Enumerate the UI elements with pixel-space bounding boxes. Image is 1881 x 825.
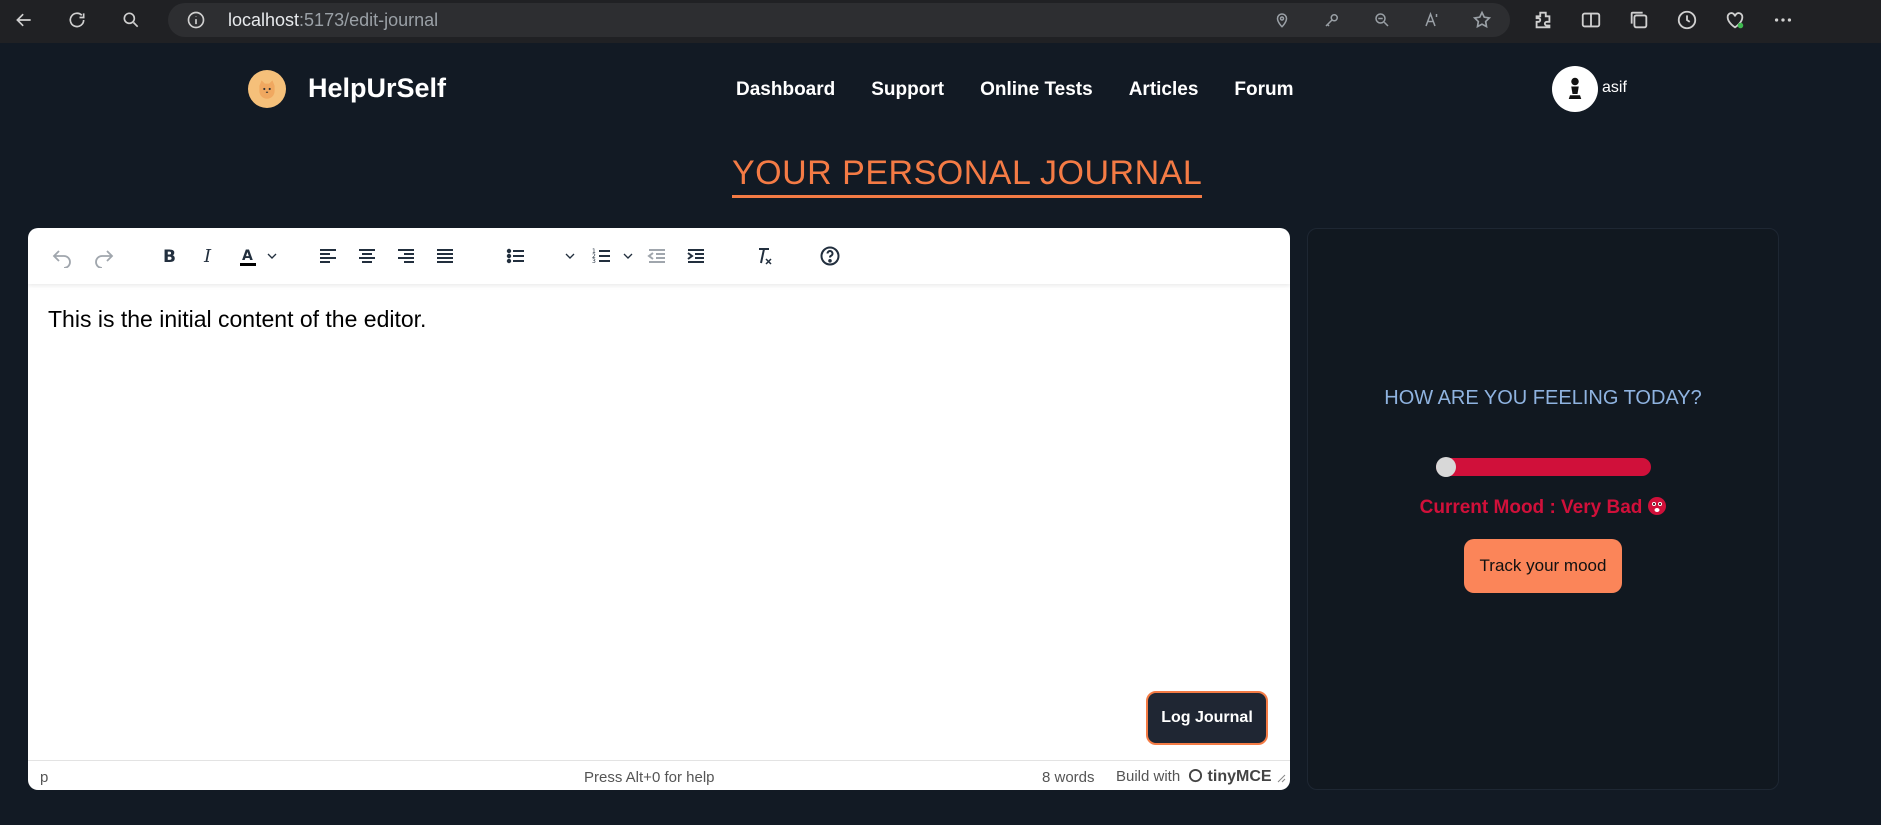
url-host: localhost bbox=[228, 9, 300, 30]
word-count[interactable]: 8 words bbox=[1042, 769, 1095, 786]
bullet-list-chevron-down-icon[interactable] bbox=[562, 242, 578, 270]
nav-links: Dashboard Support Online Tests Articles … bbox=[736, 79, 1294, 101]
extensions-icon[interactable] bbox=[1530, 7, 1556, 33]
tinymce-branding[interactable]: Build with tinyMCE bbox=[1116, 768, 1272, 786]
site-info-icon[interactable] bbox=[186, 10, 206, 30]
mood-slider-track[interactable] bbox=[1436, 458, 1651, 476]
editor-content[interactable]: This is the initial content of the edito… bbox=[48, 306, 426, 333]
location-icon[interactable] bbox=[1272, 10, 1292, 30]
editor-statusbar: p Press Alt+0 for help 8 words Build wit… bbox=[28, 760, 1290, 790]
align-justify-icon[interactable] bbox=[431, 242, 459, 270]
collections-icon[interactable] bbox=[1626, 7, 1652, 33]
indent-icon[interactable] bbox=[682, 242, 710, 270]
cat-logo-icon[interactable] bbox=[248, 70, 286, 108]
angry-face-icon bbox=[1648, 497, 1667, 515]
nav-link-forum[interactable]: Forum bbox=[1234, 79, 1293, 101]
mood-slider-thumb[interactable] bbox=[1436, 457, 1456, 477]
mood-panel: HOW ARE YOU FEELING TODAY? Current Mood … bbox=[1307, 228, 1779, 790]
mood-question: HOW ARE YOU FEELING TODAY? bbox=[1384, 387, 1702, 409]
svg-text:3: 3 bbox=[592, 258, 596, 265]
align-center-icon[interactable] bbox=[353, 242, 381, 270]
outdent-icon[interactable] bbox=[643, 242, 671, 270]
health-icon[interactable] bbox=[1722, 7, 1748, 33]
redo-icon[interactable] bbox=[90, 242, 118, 270]
bullet-list-icon[interactable] bbox=[502, 242, 530, 270]
favorite-star-icon[interactable] bbox=[1472, 10, 1492, 30]
text-color-icon[interactable]: A bbox=[234, 242, 262, 270]
align-left-icon[interactable] bbox=[314, 242, 342, 270]
undo-icon[interactable] bbox=[48, 242, 76, 270]
browser-toolbar: localhost:5173/edit-journal bbox=[0, 0, 1881, 43]
svg-text:A: A bbox=[242, 248, 253, 264]
split-screen-icon[interactable] bbox=[1578, 7, 1604, 33]
url-text: localhost:5173/edit-journal bbox=[228, 10, 438, 31]
key-icon[interactable] bbox=[1322, 10, 1342, 30]
text-color-chevron-down-icon[interactable] bbox=[264, 242, 280, 270]
app-navbar: HelpUrSelf Dashboard Support Online Test… bbox=[0, 43, 1881, 133]
help-icon[interactable] bbox=[816, 242, 844, 270]
more-menu-icon[interactable] bbox=[1770, 7, 1796, 33]
username[interactable]: asif bbox=[1602, 79, 1627, 97]
log-journal-button[interactable]: Log Journal bbox=[1146, 691, 1268, 745]
resize-handle-icon[interactable] bbox=[1274, 770, 1286, 787]
help-hint: Press Alt+0 for help bbox=[584, 769, 715, 786]
tinymce-logo-icon bbox=[1189, 768, 1203, 783]
svg-text:I: I bbox=[203, 246, 212, 267]
search-icon[interactable] bbox=[111, 0, 151, 40]
bold-icon[interactable]: B bbox=[155, 242, 183, 270]
numbered-list-chevron-down-icon[interactable] bbox=[620, 242, 636, 270]
numbered-list-icon[interactable]: 123 bbox=[588, 242, 616, 270]
nav-link-dashboard[interactable]: Dashboard bbox=[736, 79, 835, 101]
tinymce-brand-text: tinyMCE bbox=[1207, 768, 1272, 785]
address-bar[interactable]: localhost:5173/edit-journal bbox=[168, 3, 1510, 37]
align-right-icon[interactable] bbox=[392, 242, 420, 270]
back-icon[interactable] bbox=[4, 0, 44, 40]
brand-name[interactable]: HelpUrSelf bbox=[308, 73, 446, 104]
user-avatar-pawn-icon[interactable] bbox=[1552, 66, 1598, 112]
page-title: YOUR PERSONAL JOURNAL bbox=[732, 154, 1203, 198]
zoom-out-icon[interactable] bbox=[1372, 10, 1392, 30]
svg-text:B: B bbox=[163, 247, 176, 267]
current-mood-label: Current Mood : Very Bad bbox=[1308, 497, 1778, 519]
element-path[interactable]: p bbox=[40, 769, 48, 786]
nav-link-articles[interactable]: Articles bbox=[1129, 79, 1199, 101]
current-mood-text: Current Mood : Very Bad bbox=[1419, 497, 1643, 518]
journal-editor: B I A 123 This is the initial content of… bbox=[28, 228, 1290, 790]
reload-icon[interactable] bbox=[57, 0, 97, 40]
url-path: :5173/edit-journal bbox=[299, 9, 439, 30]
track-mood-button[interactable]: Track your mood bbox=[1464, 539, 1622, 593]
clear-formatting-icon[interactable] bbox=[750, 242, 778, 270]
editor-toolbar: B I A 123 bbox=[28, 228, 1290, 284]
history-icon[interactable] bbox=[1674, 7, 1700, 33]
nav-link-online-tests[interactable]: Online Tests bbox=[980, 79, 1093, 101]
italic-icon[interactable]: I bbox=[194, 242, 222, 270]
read-aloud-icon[interactable] bbox=[1422, 10, 1442, 30]
build-with-text: Build with bbox=[1116, 768, 1181, 785]
nav-link-support[interactable]: Support bbox=[871, 79, 944, 101]
